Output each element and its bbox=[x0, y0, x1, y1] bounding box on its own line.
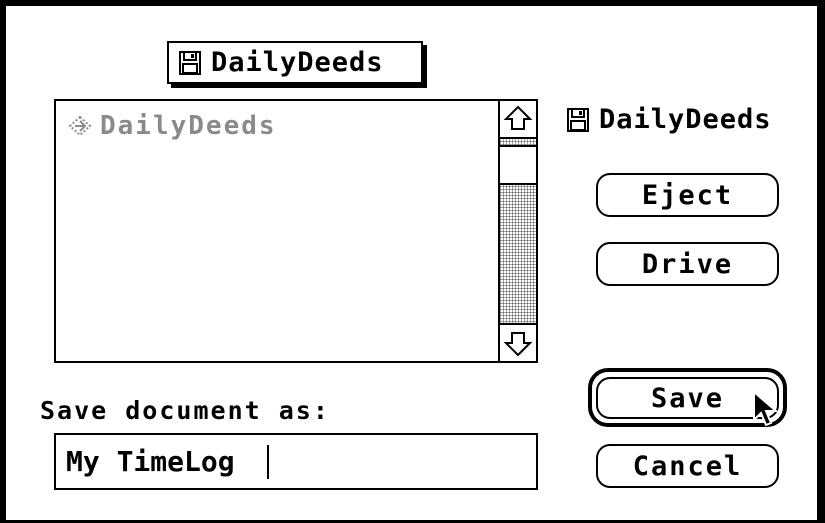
floppy-disk-icon bbox=[179, 50, 201, 75]
save-as-label: Save document as: bbox=[40, 396, 330, 425]
volume-name: DailyDeeds bbox=[599, 104, 772, 135]
mouse-pointer-icon bbox=[752, 389, 782, 430]
folder-popup-menu[interactable]: DailyDeeds bbox=[167, 41, 423, 84]
list-item[interactable]: DailyDeeds bbox=[68, 111, 277, 141]
text-caret bbox=[267, 445, 269, 479]
eject-button[interactable]: Eject bbox=[596, 173, 779, 217]
scroll-up-arrow-icon[interactable] bbox=[500, 101, 536, 139]
folder-icon bbox=[68, 115, 92, 137]
drive-button[interactable]: Drive bbox=[596, 242, 779, 286]
filename-field[interactable] bbox=[54, 433, 538, 490]
folder-popup-label: DailyDeeds bbox=[211, 47, 384, 78]
file-list[interactable]: DailyDeeds bbox=[54, 99, 538, 363]
cancel-button[interactable]: Cancel bbox=[596, 444, 779, 488]
volume-indicator: DailyDeeds bbox=[567, 104, 772, 135]
floppy-disk-icon bbox=[567, 107, 589, 132]
vertical-scrollbar[interactable] bbox=[498, 101, 536, 361]
list-item-label: DailyDeeds bbox=[100, 111, 277, 141]
scroll-thumb[interactable] bbox=[500, 145, 536, 185]
scroll-down-arrow-icon[interactable] bbox=[500, 323, 536, 361]
